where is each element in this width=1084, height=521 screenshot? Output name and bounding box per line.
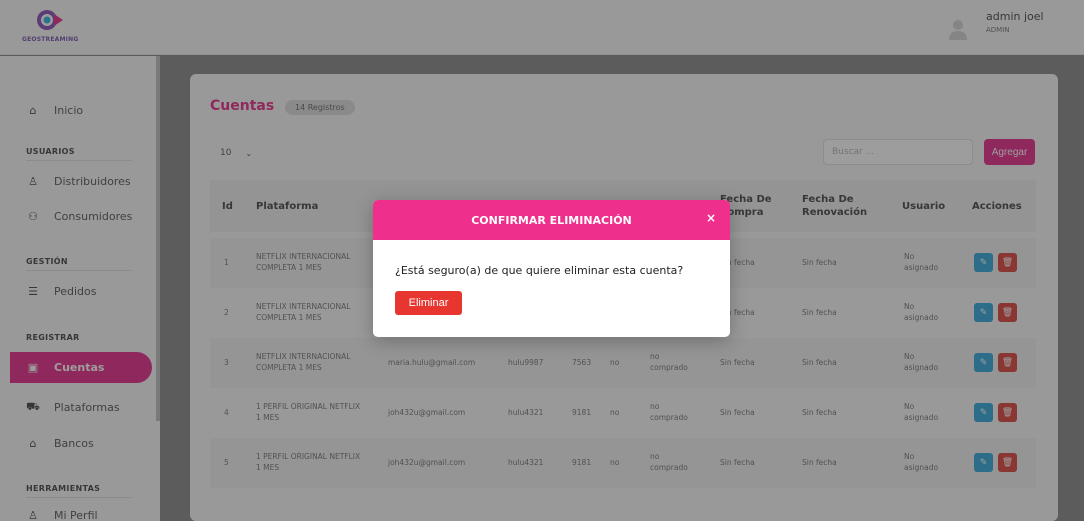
confirm-delete-modal: CONFIRMAR ELIMINACIÓN × ¿Está seguro(a) … <box>373 200 730 337</box>
confirm-delete-button[interactable]: Eliminar <box>395 291 462 315</box>
close-icon[interactable]: × <box>706 211 716 225</box>
modal-title: CONFIRMAR ELIMINACIÓN <box>471 213 632 227</box>
modal-message: ¿Está seguro(a) de que quiere eliminar e… <box>395 264 684 277</box>
modal-header: CONFIRMAR ELIMINACIÓN × <box>373 200 730 240</box>
